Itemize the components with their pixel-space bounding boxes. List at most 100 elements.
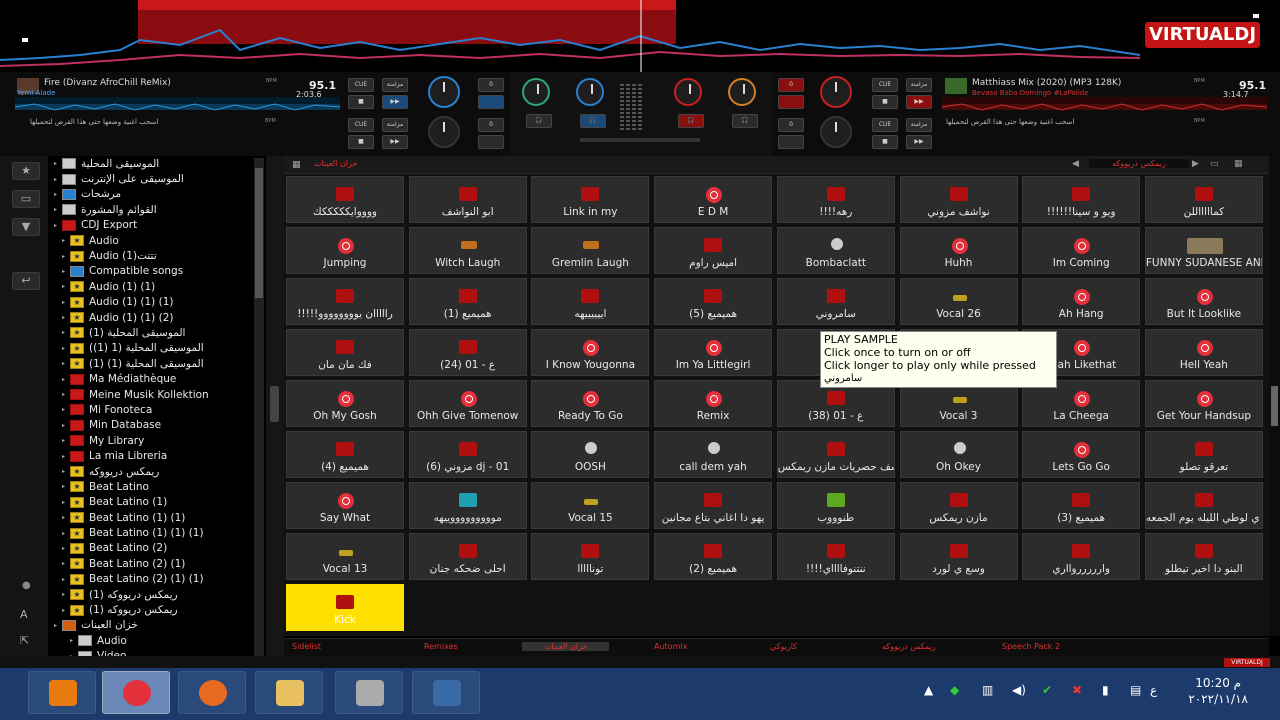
folder-item[interactable]: ▸ ★ Beat Latino (2) (1) (1) [48,572,266,587]
sample-pad[interactable]: واررررروااري [1022,533,1141,580]
sample-pad[interactable]: Oh Okey [899,431,1018,478]
deck-right-waveform[interactable] [941,97,1268,111]
headphone-button-2[interactable]: 🎧 [580,114,606,128]
taskbar-firefox-button[interactable] [178,671,246,714]
sample-pad[interactable]: (3) هميميع [1022,482,1141,529]
expand-arrow-icon[interactable]: ▸ [62,499,70,506]
folder-item[interactable]: ▸ Min Database [48,418,266,433]
deck-right2-stop-button[interactable]: ■ [872,135,898,149]
sample-pad[interactable]: (1) هميميع [408,278,527,325]
expand-arrow-icon[interactable]: ▸ [62,345,70,352]
headphone-button-1[interactable]: 🎧 [526,114,552,128]
bottom-tab[interactable]: Sidelist [292,642,321,651]
deck-left2-pitch-up[interactable]: 0 [478,118,504,132]
folder-item[interactable]: ▸ ★ Beat Latino (1) [48,495,266,510]
taskbar-djmix-button[interactable] [412,671,480,714]
folder-item[interactable]: ▸ ★ Audio (1) (1) (1) [48,295,266,310]
sample-pad[interactable]: مازن ريمكس [899,482,1018,529]
folder-item[interactable]: ▸ ★ Beat Latino [48,479,266,494]
expand-arrow-icon[interactable]: ▸ [62,268,70,275]
sample-pad[interactable]: Witch Laugh [408,227,527,274]
sample-pad[interactable]: (4) هميميع [286,431,404,478]
deck-left-pitch-up[interactable]: 0 [478,78,504,92]
font-size-icon[interactable]: A [20,608,28,621]
sample-pad[interactable]: Bombaclatt [776,227,895,274]
drive-icon[interactable]: ▭ [12,190,40,208]
sample-pad[interactable]: تعرقو تصلو [1144,431,1263,478]
folder-item[interactable]: ▸ الموسيقى المحلية [48,156,266,171]
sample-pad[interactable]: !!!!!رااااان يوووووووو [286,278,404,325]
sample-pad[interactable]: (6) مزوني dj - 01 [408,431,527,478]
waveform-overview[interactable]: VIRTUALDJ [0,0,1280,72]
sample-pad[interactable]: كماااااللن [1144,176,1263,223]
browser-splitter[interactable] [266,156,284,660]
deck-left-cue-button[interactable]: CUE [348,78,374,92]
show-hidden-icons[interactable]: ▲ [924,683,933,697]
sample-pad[interactable]: Vocal 26 [899,278,1018,325]
sample-pad[interactable]: Link in my [531,176,650,223]
sample-pad[interactable]: البنو دا اخير تيطلو [1144,533,1263,580]
deck-right2-jog-knob[interactable] [820,116,852,148]
folder-item[interactable]: ▸ La mia Libreria [48,448,266,463]
sample-pad[interactable]: Vocal 15 [531,482,650,529]
next-folder-icon[interactable]: ▶ [1192,159,1199,169]
sampler-scrollbar[interactable] [1269,156,1280,636]
folder-item[interactable]: ▸ ★ (1) ريمكس دريووكه [48,587,266,602]
sample-pad[interactable]: Huhh [899,227,1018,274]
sample-pad[interactable]: Get Your Handsup [1144,380,1263,427]
dot-icon[interactable]: ● [22,580,31,591]
expand-arrow-icon[interactable]: ▸ [54,222,62,229]
expand-arrow-icon[interactable]: ▸ [62,437,70,444]
folder-item[interactable]: ▸ ★ Audio (1) (1) (2) [48,310,266,325]
folder-item[interactable]: ▸ ★ (1) الموسيقى المحلية [48,325,266,340]
deck-left-play-button[interactable]: ▶▶ [382,95,408,109]
sample-pad[interactable]: Lets Go Go [1022,431,1141,478]
folder-item[interactable]: ▸ ★ (الموسيقى المحلية (1 (1) [48,341,266,356]
volume-icon[interactable]: ◀) [1012,683,1026,697]
flag-icon[interactable]: ◆ [950,683,959,697]
expand-icon[interactable]: ⇱ [20,634,29,647]
filter-icon[interactable]: ▼ [12,218,40,236]
sample-pad[interactable]: وسع ي لورد [899,533,1018,580]
expand-arrow-icon[interactable]: ▸ [54,176,62,183]
expand-arrow-icon[interactable]: ▸ [62,329,70,336]
expand-arrow-icon[interactable]: ▸ [62,530,70,537]
deck-right2-pitch-up[interactable]: 0 [778,118,804,132]
folder-tree-scrollbar[interactable] [254,158,264,656]
expand-arrow-icon[interactable]: ▸ [62,391,70,398]
sample-pad[interactable]: But It Looklike [1144,278,1263,325]
folder-item[interactable]: ▸ ★ Beat Latino (2) [48,541,266,556]
bottom-tab[interactable]: Speech Pack 2 [1002,642,1060,651]
folder-item[interactable]: ▸ Audio [48,633,266,648]
expand-arrow-icon[interactable]: ▸ [62,560,70,567]
bottom-tab[interactable]: ريمكس دريووكه [882,642,936,651]
deck-left-waveform[interactable] [14,97,341,111]
sample-pad[interactable]: E D M [654,176,773,223]
expand-arrow-icon[interactable]: ▸ [62,376,70,383]
expand-arrow-icon[interactable]: ▸ [54,622,62,629]
folder-item[interactable]: ▸ ★ (ريمكس دريووكه (1 [48,602,266,617]
mixer-filter-knob-4[interactable] [728,78,756,106]
expand-arrow-icon[interactable]: ▸ [70,637,78,644]
network-icon[interactable]: ▥ [982,683,993,697]
folder-item[interactable]: ▸ الموسيقى على الإنترنت [48,171,266,186]
notification-x-icon[interactable]: ✖ [1072,683,1082,697]
mixer-filter-knob-1[interactable] [522,78,550,106]
expand-arrow-icon[interactable]: ▸ [62,406,70,413]
expand-arrow-icon[interactable]: ▸ [62,453,70,460]
folder-item[interactable]: ▸ Meine Musik Kollektion [48,387,266,402]
sample-pad[interactable]: نواشف مزوني [899,176,1018,223]
sample-pad[interactable]: Im Ya Littlegirl [654,329,773,376]
view-toggle-icon[interactable]: ▭ [1210,159,1219,169]
sample-pad[interactable]: Hell Yeah [1144,329,1263,376]
folder-item[interactable]: ▸ ★ ريمكس دريووكه [48,464,266,479]
sample-pad[interactable]: FUNNY SUDANESE ANIMA... [1144,227,1263,274]
expand-arrow-icon[interactable]: ▸ [54,160,62,167]
bottom-tab[interactable]: خزان العينات [522,642,610,651]
expand-arrow-icon[interactable]: ▸ [54,206,62,213]
folder-item[interactable]: ▸ مرشحات [48,187,266,202]
sample-pad[interactable]: (5) هميميع [654,278,773,325]
expand-arrow-icon[interactable]: ▸ [62,545,70,552]
sample-pad[interactable]: call dem yah [654,431,773,478]
folder-item[interactable]: ▸ CDJ Export [48,218,266,233]
